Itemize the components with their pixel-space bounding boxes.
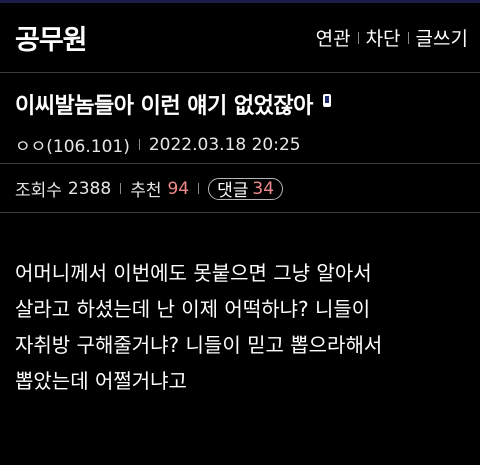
menu-divider bbox=[407, 31, 409, 44]
post-body: 어머니께서 이번에도 못붙으면 그냥 알아서 살라고 하셨는데 난 이제 어떡하… bbox=[15, 255, 470, 399]
gallery-header: 공무원 연관 차단 글쓰기 bbox=[0, 3, 480, 73]
post-title-row: 이씨발놈들아 이런 얘기 없었잖아 bbox=[15, 88, 331, 120]
post-author[interactable]: ㅇㅇ(106.101) bbox=[15, 132, 130, 157]
post-stats-bar: 조회수 2388 추천 94 댓글 34 bbox=[0, 165, 480, 213]
stats-divider bbox=[198, 183, 200, 194]
post-meta: ㅇㅇ(106.101) 2022.03.18 20:25 bbox=[15, 132, 301, 158]
post-body-line: 자취방 구해줄거냐? 니들이 믿고 뽑으라해서 bbox=[15, 333, 383, 357]
recommend-label: 추천 bbox=[130, 181, 162, 201]
stats-divider bbox=[120, 183, 122, 194]
post-header: 이씨발놈들아 이런 얘기 없었잖아 ㅇㅇ(106.101) 2022.03.18… bbox=[0, 74, 480, 164]
header-menu: 연관 차단 글쓰기 bbox=[316, 24, 468, 51]
related-link[interactable]: 연관 bbox=[316, 24, 351, 51]
mobile-phone-icon bbox=[322, 93, 331, 107]
post-body-line: 살라고 하셨는데 난 이제 어떡하냐? 니들이 bbox=[15, 297, 371, 321]
comments-count: 34 bbox=[252, 178, 275, 199]
post-title: 이씨발놈들아 이런 얘기 없었잖아 bbox=[15, 94, 313, 119]
meta-divider bbox=[138, 139, 140, 150]
post-body-line: 뽑았는데 어쩔거냐고 bbox=[15, 369, 187, 393]
views-count: 2388 bbox=[67, 178, 112, 199]
menu-divider bbox=[357, 31, 359, 44]
post-datetime: 2022.03.18 20:25 bbox=[148, 134, 301, 155]
recommend-count: 94 bbox=[167, 178, 190, 199]
comments-button[interactable]: 댓글 34 bbox=[208, 177, 284, 201]
block-link[interactable]: 차단 bbox=[366, 24, 401, 51]
views-label: 조회수 bbox=[15, 181, 62, 201]
write-link[interactable]: 글쓰기 bbox=[416, 24, 468, 51]
comments-label: 댓글 bbox=[217, 181, 249, 201]
post-body-line: 어머니께서 이번에도 못붙으면 그냥 알아서 bbox=[15, 261, 372, 285]
gallery-title[interactable]: 공무원 bbox=[15, 18, 88, 57]
